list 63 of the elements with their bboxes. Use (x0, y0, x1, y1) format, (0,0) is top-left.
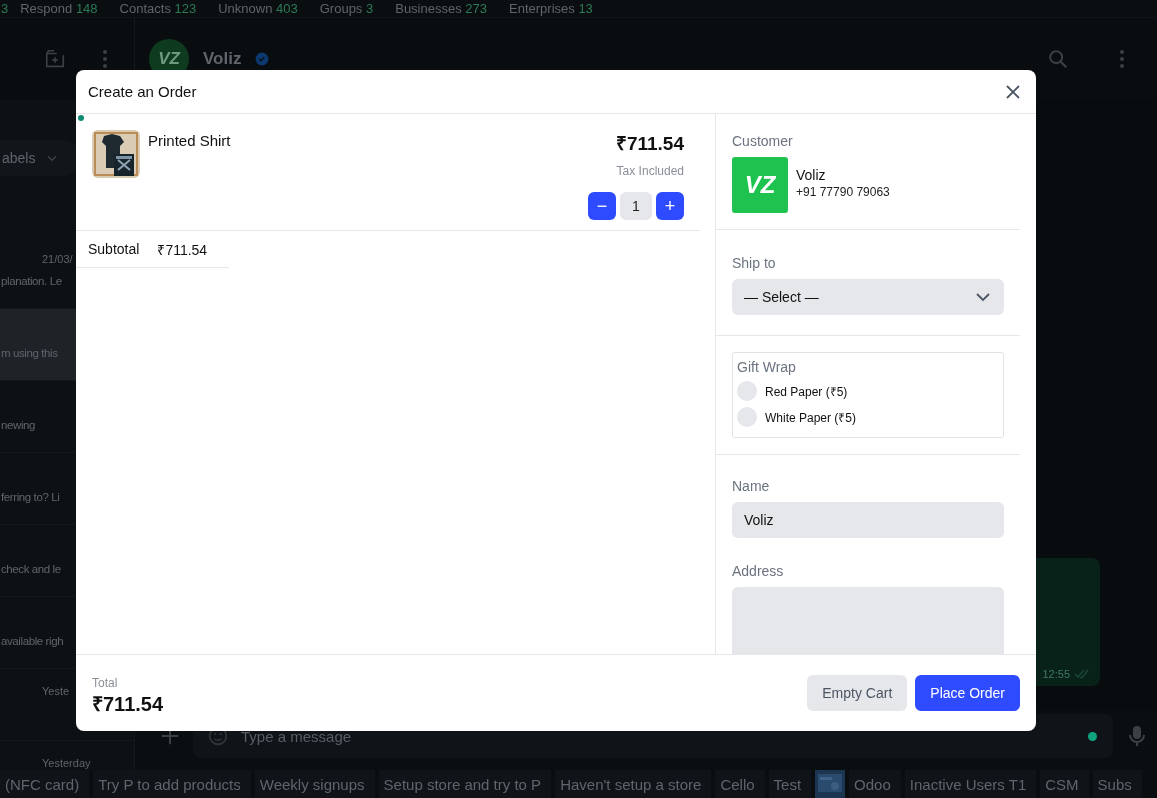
search-icon[interactable] (1047, 48, 1069, 70)
label-chip[interactable]: Inactive Users T1 (904, 770, 1037, 798)
double-check-icon (1074, 668, 1090, 680)
status-dot (78, 115, 84, 121)
field-label: Ship to (732, 255, 777, 271)
chat-preview: available righ (1, 635, 64, 647)
filter-tab[interactable]: Unknown 403 (218, 1, 298, 16)
menu-icon[interactable] (102, 49, 108, 69)
product-price: ₹711.54 (615, 132, 684, 156)
subtotal-value: ₹711.54 (157, 240, 208, 259)
tax-note: Tax Included (616, 164, 684, 178)
label-chip[interactable]: CSM (1040, 770, 1089, 798)
radio-label: Red Paper (₹5) (765, 383, 848, 400)
field-label: Gift Wrap (737, 359, 797, 375)
total-label: Total (92, 675, 119, 690)
label-chip[interactable]: Haven't setup a store (555, 770, 712, 798)
status-dot (1088, 731, 1097, 741)
radio-button[interactable] (737, 407, 757, 427)
message-time: 12:55 (1042, 668, 1070, 680)
label-chip[interactable]: Try P to add products (93, 770, 251, 798)
product-name: Printed Shirt (148, 132, 231, 149)
radio-button[interactable] (737, 381, 757, 401)
filter-tab[interactable]: Groups 3 (319, 1, 374, 16)
quantity-field[interactable]: 1 (620, 192, 652, 220)
filter-tab[interactable]: Enterprises 13 (509, 1, 593, 16)
close-button[interactable] (1004, 82, 1022, 101)
chat-time: Yesterday (42, 757, 91, 769)
label-chip[interactable]: Odoo (849, 770, 901, 798)
name-field[interactable]: Voliz (732, 502, 1004, 538)
dialog-title: Create an Order (88, 83, 197, 100)
customer-avatar: VZ (732, 157, 788, 213)
place-order-button[interactable]: Place Order (915, 675, 1020, 711)
chat-time: 21/03/ (42, 253, 73, 265)
menu-icon[interactable] (1119, 49, 1125, 69)
decrease-button[interactable]: − (588, 192, 616, 220)
chat-preview: ferring to? Li (1, 491, 60, 503)
ship-to-select[interactable]: — Select — (732, 279, 1004, 315)
label-chip[interactable]: Setup store and try to P (378, 770, 552, 798)
chevron-icon (976, 292, 990, 302)
increase-button[interactable]: + (656, 192, 684, 220)
empty-cart-button[interactable]: Empty Cart (807, 675, 908, 711)
label-chip[interactable]: Cello (715, 770, 765, 798)
chat-preview: m using this (1, 347, 58, 359)
chat-preview: check and le (1, 563, 61, 575)
chat-preview: planation. Le (1, 275, 62, 287)
chat-time: Yeste (42, 685, 70, 697)
filter-tab[interactable]: Respond 148 (20, 1, 98, 16)
filter-tab[interactable]: Contacts 123 (119, 1, 197, 16)
contact-name: Voliz (203, 49, 242, 69)
customer-phone: +91 77790 79063 (796, 185, 890, 199)
field-label: Address (732, 563, 785, 579)
label-chip[interactable]: Test (768, 770, 812, 798)
filter-tab[interactable]: 3 (1, 1, 9, 16)
label-chip[interactable]: Subs (1092, 770, 1142, 798)
label-chip[interactable]: (NFC card) (0, 770, 90, 798)
field-label: Name (732, 478, 771, 494)
filter-tab[interactable]: Businesses 273 (395, 1, 487, 16)
new-chat-icon[interactable] (44, 48, 66, 70)
radio-label: White Paper (₹5) (765, 409, 857, 426)
chat-preview: newing (1, 419, 36, 431)
customer-name: Voliz (796, 167, 827, 183)
field-label: Customer (732, 133, 794, 149)
label-chip[interactable]: Weekly signups (254, 770, 375, 798)
